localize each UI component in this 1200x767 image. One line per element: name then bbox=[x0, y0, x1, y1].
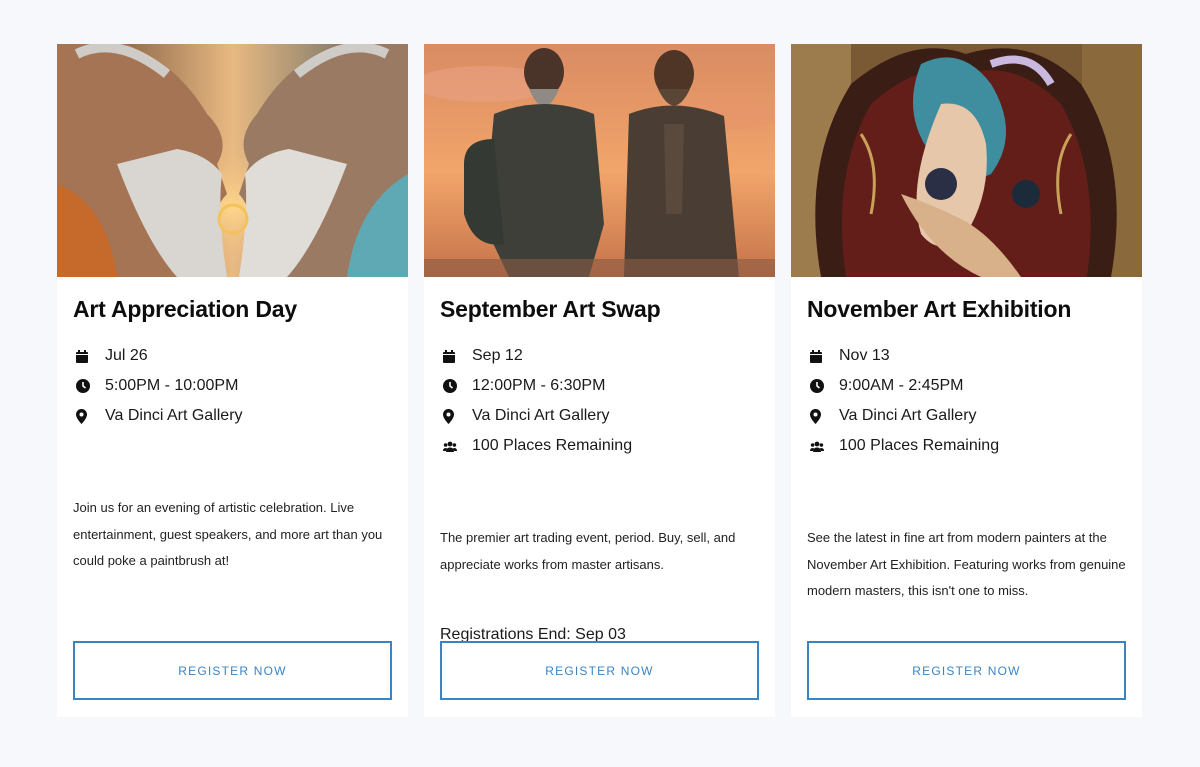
event-places-remaining: 100 Places Remaining bbox=[472, 437, 633, 454]
event-location-row: Va Dinci Art Gallery bbox=[807, 401, 999, 431]
map-pin-icon bbox=[440, 408, 472, 424]
event-cards: Art Appreciation Day Jul 26 5:00PM - 10:… bbox=[57, 44, 1142, 717]
event-description: See the latest in fine art from modern p… bbox=[807, 530, 1126, 598]
register-now-button[interactable]: REGISTER NOW bbox=[73, 641, 392, 700]
event-date-row: Nov 13 bbox=[807, 341, 999, 371]
event-description: The premier art trading event, period. B… bbox=[440, 530, 736, 572]
calendar-icon bbox=[73, 349, 105, 363]
event-title: Art Appreciation Day bbox=[73, 296, 297, 322]
event-card-september-art-swap: September Art Swap Sep 12 12:00PM - 6:30… bbox=[424, 44, 775, 717]
event-time: 9:00AM - 2:45PM bbox=[839, 377, 964, 394]
event-date-row: Jul 26 bbox=[73, 341, 243, 371]
register-now-button[interactable]: REGISTER NOW bbox=[807, 641, 1126, 700]
people-icon bbox=[440, 441, 472, 452]
event-location: Va Dinci Art Gallery bbox=[472, 407, 610, 424]
event-title: September Art Swap bbox=[440, 296, 661, 322]
event-time-row: 5:00PM - 10:00PM bbox=[73, 371, 243, 401]
event-card-body: Art Appreciation Day Jul 26 5:00PM - 10:… bbox=[73, 277, 392, 717]
clock-icon bbox=[73, 379, 105, 393]
event-date: Jul 26 bbox=[105, 347, 148, 364]
event-location: Va Dinci Art Gallery bbox=[839, 407, 977, 424]
event-time: 5:00PM - 10:00PM bbox=[105, 377, 239, 394]
event-card-art-appreciation-day: Art Appreciation Day Jul 26 5:00PM - 10:… bbox=[57, 44, 408, 717]
event-places-row: 100 Places Remaining bbox=[807, 431, 999, 461]
clock-icon bbox=[807, 379, 839, 393]
clock-icon bbox=[440, 379, 472, 393]
event-places-remaining: 100 Places Remaining bbox=[839, 437, 1000, 454]
event-meta: Nov 13 9:00AM - 2:45PM Va Dinci Art Gall… bbox=[807, 341, 999, 461]
event-date-row: Sep 12 bbox=[440, 341, 632, 371]
event-image-travelers-painting bbox=[424, 44, 775, 277]
event-time: 12:00PM - 6:30PM bbox=[472, 377, 606, 394]
event-date: Sep 12 bbox=[472, 347, 523, 364]
event-time-row: 12:00PM - 6:30PM bbox=[440, 371, 632, 401]
map-pin-icon bbox=[73, 408, 105, 424]
calendar-icon bbox=[807, 349, 839, 363]
event-location-row: Va Dinci Art Gallery bbox=[440, 401, 632, 431]
event-meta: Sep 12 12:00PM - 6:30PM Va Dinci Art Gal… bbox=[440, 341, 632, 461]
event-location: Va Dinci Art Gallery bbox=[105, 407, 243, 424]
event-time-row: 9:00AM - 2:45PM bbox=[807, 371, 999, 401]
event-image-nouveau-painting bbox=[791, 44, 1142, 277]
event-description: Join us for an evening of artistic celeb… bbox=[73, 500, 383, 568]
event-card-body: September Art Swap Sep 12 12:00PM - 6:30… bbox=[440, 277, 759, 717]
event-card-body: November Art Exhibition Nov 13 9:00AM - … bbox=[807, 277, 1126, 717]
people-icon bbox=[807, 441, 839, 452]
event-card-november-art-exhibition: November Art Exhibition Nov 13 9:00AM - … bbox=[791, 44, 1142, 717]
event-date: Nov 13 bbox=[839, 347, 890, 364]
map-pin-icon bbox=[807, 408, 839, 424]
event-image-elders-painting bbox=[57, 44, 408, 277]
event-title: November Art Exhibition bbox=[807, 296, 1072, 322]
register-now-button[interactable]: REGISTER NOW bbox=[440, 641, 759, 700]
event-meta: Jul 26 5:00PM - 10:00PM Va Dinci Art Gal… bbox=[73, 341, 243, 431]
event-places-row: 100 Places Remaining bbox=[440, 431, 632, 461]
event-location-row: Va Dinci Art Gallery bbox=[73, 401, 243, 431]
calendar-icon bbox=[440, 349, 472, 363]
